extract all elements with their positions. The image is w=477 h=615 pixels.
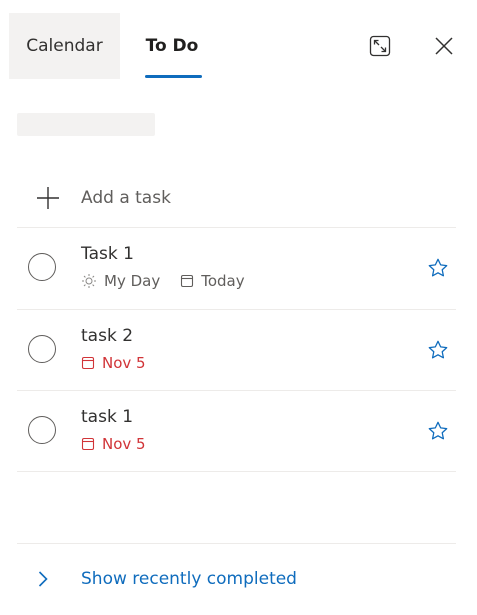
task-title: task 2 xyxy=(81,326,134,346)
complete-checkbox[interactable] xyxy=(28,253,56,281)
sun-icon xyxy=(82,274,96,288)
complete-checkbox[interactable] xyxy=(28,335,56,363)
my-day-label: My Day xyxy=(104,272,161,290)
todo-pane: Calendar To Do Add a task Task 1 My Day … xyxy=(0,0,477,615)
expand-icon xyxy=(369,35,391,57)
calendar-icon xyxy=(81,437,95,451)
star-icon xyxy=(428,258,448,277)
close-button[interactable] xyxy=(428,30,460,62)
due-date-label: Nov 5 xyxy=(102,354,146,372)
tab-todo-label: To Do xyxy=(145,36,199,56)
star-icon xyxy=(428,340,448,359)
importance-star-button[interactable] xyxy=(422,415,454,447)
due-date-tag: Nov 5 xyxy=(81,435,146,453)
add-task-label: Add a task xyxy=(81,188,171,208)
pane-header: Calendar To Do xyxy=(0,0,477,80)
divider xyxy=(17,543,456,544)
tab-todo[interactable]: To Do xyxy=(128,13,216,79)
close-icon xyxy=(435,37,453,55)
tab-calendar-label: Calendar xyxy=(26,36,103,56)
task-item[interactable]: task 1 Nov 5 xyxy=(17,391,456,471)
task-meta: Nov 5 xyxy=(81,435,146,453)
task-item[interactable]: Task 1 My Day Today xyxy=(17,228,456,308)
task-item[interactable]: task 2 Nov 5 xyxy=(17,310,456,390)
calendar-icon xyxy=(81,356,95,370)
complete-checkbox[interactable] xyxy=(28,416,56,444)
task-title: task 1 xyxy=(81,407,134,427)
add-task-input[interactable]: Add a task xyxy=(17,170,456,226)
importance-star-button[interactable] xyxy=(422,252,454,284)
due-date-tag: Nov 5 xyxy=(81,354,146,372)
show-completed-button[interactable]: Show recently completed xyxy=(17,558,456,600)
star-icon xyxy=(428,421,448,440)
chevron-right-icon xyxy=(37,570,57,588)
importance-star-button[interactable] xyxy=(422,334,454,366)
tab-calendar[interactable]: Calendar xyxy=(9,13,120,79)
active-tab-indicator xyxy=(145,75,202,78)
expand-button[interactable] xyxy=(364,30,396,62)
due-date-label: Today xyxy=(201,272,245,290)
due-date-tag: Today xyxy=(180,272,245,290)
my-day-tag: My Day xyxy=(81,272,160,290)
task-meta: My Day Today xyxy=(81,272,245,290)
calendar-icon xyxy=(181,274,194,288)
task-meta: Nov 5 xyxy=(81,354,146,372)
due-date-label: Nov 5 xyxy=(102,435,146,453)
task-title: Task 1 xyxy=(81,244,134,264)
divider xyxy=(17,471,456,472)
show-completed-label: Show recently completed xyxy=(81,569,297,589)
plus-icon xyxy=(27,177,69,219)
loading-placeholder xyxy=(17,113,155,136)
